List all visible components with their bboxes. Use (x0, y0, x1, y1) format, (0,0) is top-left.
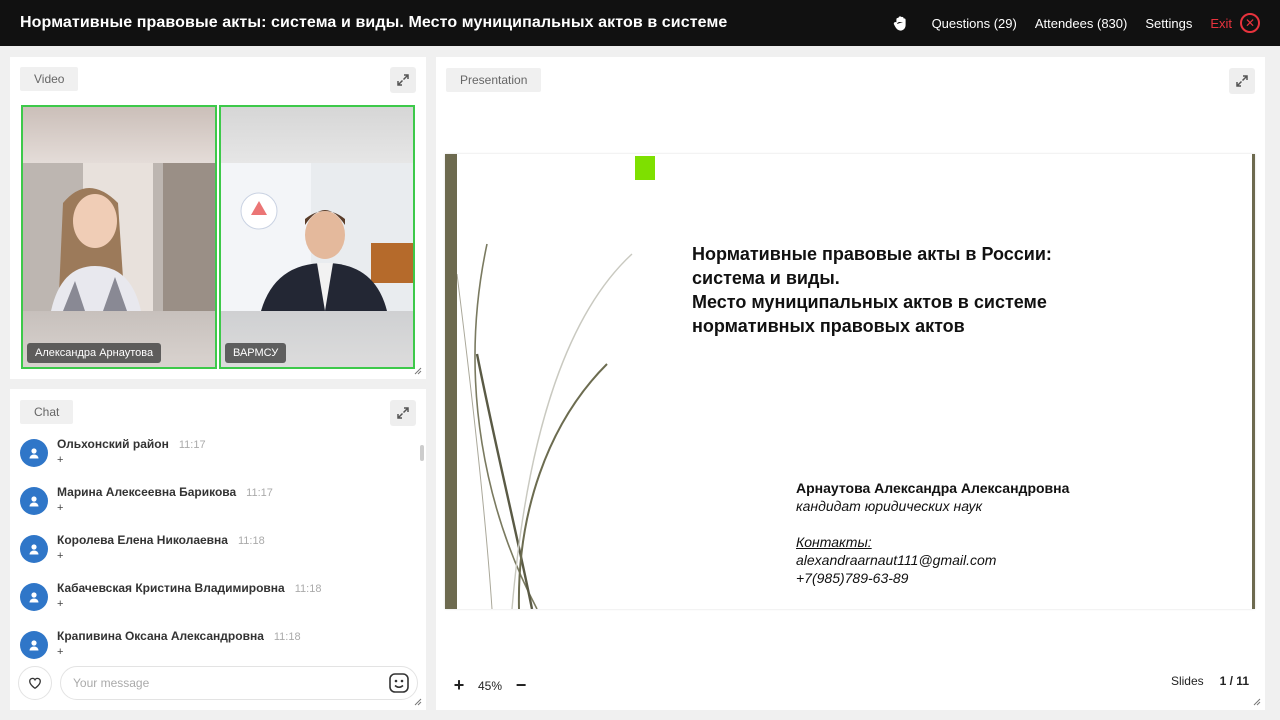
video-tile-speaker[interactable]: Александра Арнаутова (21, 105, 217, 369)
slide-green-marker (635, 156, 655, 180)
chat-author: Королева Елена Николаевна (57, 533, 228, 547)
chat-text: + (57, 646, 64, 658)
message-input-wrap (60, 666, 418, 700)
slide-decorative-curves (457, 243, 633, 609)
message-input[interactable] (60, 666, 418, 700)
slide-contacts-label: Контакты: (796, 534, 872, 550)
heart-icon (29, 677, 41, 690)
user-avatar-icon (20, 583, 48, 611)
slide-author-block: Арнаутова Александра Александровна канди… (796, 479, 1069, 587)
slide-spacer (796, 515, 1069, 533)
slide-author-degree: кандидат юридических наук (796, 498, 983, 514)
slide-title: Нормативные правовые акты в России: сист… (692, 242, 1192, 338)
chat-author: Ольхонский район (57, 437, 169, 451)
slide-author-name: Арнаутова Александра Александровна (796, 480, 1070, 496)
chat-text: + (57, 502, 64, 514)
presentation-slide: Нормативные правовые акты в России: сист… (445, 154, 1255, 609)
resize-handle-icon[interactable] (1253, 698, 1261, 706)
chat-message: Ольхонский район 11:17 + (10, 433, 418, 481)
close-icon: ✕ (1240, 13, 1260, 33)
user-avatar-icon (20, 439, 48, 467)
chat-author-line: Марина Алексеевна Барикова 11:17 (57, 481, 418, 499)
zoom-out-button[interactable]: − (514, 675, 528, 696)
chat-message: Королева Елена Николаевна 11:18 + (10, 529, 418, 577)
settings-button[interactable]: Settings (1145, 16, 1192, 31)
expand-icon (397, 407, 409, 419)
chat-time: 11:17 (246, 487, 273, 499)
presentation-panel: Presentation Нормативные правовые акты в… (436, 57, 1265, 710)
chat-text: + (57, 598, 64, 610)
chat-message-list[interactable]: Ольхонский район 11:17 + Марина Алексеевн… (10, 433, 418, 661)
emoji-icon[interactable] (388, 672, 410, 694)
video-tile-varmsu[interactable]: ВАРМСУ (219, 105, 415, 369)
chat-message: Крапивина Оксана Александровна 11:18 + (10, 625, 418, 661)
presentation-label: Presentation (446, 68, 542, 92)
chat-author-line: Крапивина Оксана Александровна 11:18 (57, 625, 418, 643)
chat-text: + (57, 454, 64, 466)
raise-hand-icon[interactable] (892, 14, 910, 32)
chat-message: Кабачевская Кристина Владимировна 11:18 + (10, 577, 418, 625)
slides-label: Slides (1170, 674, 1204, 688)
slide-title-line: Нормативные правовые акты в России: (692, 244, 1052, 264)
chat-input-row (18, 666, 418, 700)
expand-icon (397, 74, 409, 86)
slide-left-bar (445, 154, 457, 609)
video-panel: Video Александра Арнаутова ВАРМСУ (10, 57, 426, 379)
video-blur-top (23, 107, 215, 163)
zoom-controls: + 45% − (452, 675, 528, 696)
chat-author: Марина Алексеевна Барикова (57, 485, 237, 499)
chat-message: Марина Алексеевна Барикова 11:17 + (10, 481, 418, 529)
user-avatar-icon (20, 487, 48, 515)
like-button[interactable] (18, 666, 52, 700)
chat-time: 11:18 (237, 535, 265, 547)
chat-author-line: Королева Елена Николаевна 11:18 (57, 529, 418, 547)
top-bar: Нормативные правовые акты: система и вид… (0, 0, 1280, 46)
chat-author: Кабачевская Кристина Владимировна (57, 581, 285, 595)
exit-label: Exit (1210, 15, 1232, 31)
chat-time: 11:18 (273, 631, 301, 643)
expand-icon (1236, 75, 1248, 87)
slide-title-line: нормативных правовых актов (692, 316, 965, 336)
video-label: Video (20, 67, 79, 91)
expand-chat-button[interactable] (390, 400, 416, 426)
slide-title-line: Место муниципальных актов в системе (692, 292, 1047, 312)
chat-time: 11:18 (294, 583, 322, 595)
page-title: Нормативные правовые акты: система и вид… (20, 14, 728, 31)
slide-phone: +7(985)789-63-89 (796, 570, 909, 586)
speaker-name-tag: Александра Арнаутова (27, 343, 162, 363)
chat-panel: Chat Ольхонский район 11:17 + Марина Алек… (10, 389, 426, 710)
user-avatar-icon (20, 535, 48, 563)
chat-time: 11:17 (178, 439, 206, 451)
expand-presentation-button[interactable] (1229, 68, 1255, 94)
expand-video-button[interactable] (390, 67, 416, 93)
video-blur-top (221, 107, 413, 163)
resize-handle-icon[interactable] (414, 367, 422, 375)
attendees-button[interactable]: Attendees (830) (1035, 16, 1128, 31)
chat-label: Chat (20, 400, 74, 424)
varmsu-video-frame (221, 163, 413, 311)
slide-counter[interactable]: 1 / 11 (1220, 674, 1249, 688)
slide-right-bar (1252, 154, 1255, 609)
zoom-in-button[interactable]: + (452, 675, 466, 696)
top-bar-actions: Questions (29) Attendees (830) Settings … (892, 13, 1260, 33)
chat-author: Крапивина Оксана Александровна (57, 629, 264, 643)
chat-author-line: Кабачевская Кристина Владимировна 11:18 (57, 577, 418, 595)
speaker-video-frame (23, 163, 215, 311)
zoom-level: 45% (478, 678, 503, 693)
resize-handle-icon[interactable] (414, 698, 422, 706)
exit-button[interactable]: Exit ✕ (1210, 13, 1260, 33)
slide-navigation: Slides 1 / 11 (1171, 674, 1249, 688)
chat-author-line: Ольхонский район 11:17 (57, 433, 418, 451)
user-avatar-icon (20, 631, 48, 659)
slide-title-line: система и виды. (692, 268, 840, 288)
slide-email: alexandraarnaut111@gmail.com (796, 552, 997, 568)
chat-scrollbar[interactable] (420, 445, 424, 461)
chat-text: + (57, 550, 64, 562)
questions-button[interactable]: Questions (29) (932, 16, 1017, 31)
varmsu-name-tag: ВАРМСУ (225, 343, 287, 363)
